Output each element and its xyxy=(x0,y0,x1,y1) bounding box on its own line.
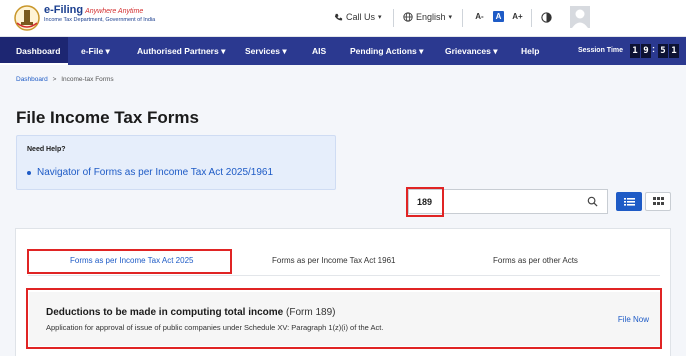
file-now-link[interactable]: File Now xyxy=(618,315,649,324)
navigator-link[interactable]: Navigator of Forms as per Income Tax Act… xyxy=(27,167,273,178)
session-time-label: Session Time xyxy=(578,47,624,54)
breadcrumb: Dashboard > Income-tax Forms xyxy=(16,76,114,83)
contrast-icon[interactable] xyxy=(541,12,552,23)
session-digit: 1 xyxy=(630,44,640,58)
globe-icon xyxy=(403,12,413,22)
list-view-icon xyxy=(624,198,635,206)
nav-item-grievances[interactable]: Grievances ▾ xyxy=(445,37,497,65)
tab-divider xyxy=(28,275,660,276)
decrease-font-button[interactable]: A- xyxy=(474,11,485,22)
top-header: e-Filing Anywhere Anytime Income Tax Depa… xyxy=(0,0,686,37)
help-title: Need Help? xyxy=(27,146,66,153)
emblem-logo-icon xyxy=(14,5,40,31)
breadcrumb-separator: > xyxy=(52,76,57,83)
site-logo[interactable]: e-Filing Anywhere Anytime Income Tax Depa… xyxy=(44,4,155,23)
nav-item-services[interactable]: Services ▾ xyxy=(245,37,287,65)
nav-item-pending-actions[interactable]: Pending Actions ▾ xyxy=(350,37,423,65)
call-us-menu[interactable]: Call Us ▾ xyxy=(334,12,382,22)
language-label: English xyxy=(416,12,446,22)
call-us-label: Call Us xyxy=(346,12,376,22)
search-box xyxy=(408,189,608,214)
tab-act-2025[interactable]: Forms as per Income Tax Act 2025 xyxy=(70,256,193,265)
forms-card: Forms as per Income Tax Act 2025 Forms a… xyxy=(15,228,671,356)
nav-item-authorised-partners[interactable]: Authorised Partners ▾ xyxy=(137,37,225,65)
session-colon: : xyxy=(652,44,655,54)
grid-view-button[interactable] xyxy=(645,192,671,211)
phone-icon xyxy=(334,13,343,20)
grid-view-icon xyxy=(653,197,664,205)
tab-other-acts[interactable]: Forms as per other Acts xyxy=(493,256,578,265)
form-result-row: Deductions to be made in computing total… xyxy=(29,292,661,346)
tab-act-1961[interactable]: Forms as per Income Tax Act 1961 xyxy=(272,256,395,265)
session-digit: 9 xyxy=(641,44,651,58)
form-title-text: Deductions to be made in computing total… xyxy=(46,307,284,318)
help-box: Need Help? Navigator of Forms as per Inc… xyxy=(16,135,336,190)
avatar[interactable] xyxy=(570,6,590,28)
bullet-icon xyxy=(27,170,31,175)
breadcrumb-home[interactable]: Dashboard xyxy=(16,76,48,83)
chevron-down-icon: ▾ xyxy=(378,14,382,21)
user-silhouette-icon xyxy=(572,9,588,28)
nav-item-help[interactable]: Help xyxy=(521,37,539,65)
list-view-button[interactable] xyxy=(616,192,642,211)
form-description: Application for approval of issue of pub… xyxy=(46,323,384,332)
nav-item-dashboard[interactable]: Dashboard xyxy=(0,37,68,65)
session-digit: 5 xyxy=(658,44,668,58)
form-code: (Form 189) xyxy=(286,307,336,318)
main-nav: Dashboard e-File ▾ Authorised Partners ▾… xyxy=(0,37,686,65)
nav-item-efile[interactable]: e-File ▾ xyxy=(81,37,110,65)
navigator-link-label: Navigator of Forms as per Income Tax Act… xyxy=(37,167,274,178)
session-digit: 1 xyxy=(669,44,679,58)
language-selector[interactable]: English ▾ xyxy=(403,12,452,22)
search-input[interactable] xyxy=(413,192,583,211)
nav-item-ais[interactable]: AIS xyxy=(312,37,326,65)
chevron-down-icon: ▾ xyxy=(448,14,453,21)
breadcrumb-current: Income-tax Forms xyxy=(61,76,114,83)
search-icon[interactable] xyxy=(587,196,598,207)
increase-font-button[interactable]: A+ xyxy=(512,11,523,22)
normal-font-button[interactable]: A xyxy=(493,11,504,22)
form-title: Deductions to be made in computing total… xyxy=(46,307,335,318)
page-title: File Income Tax Forms xyxy=(16,108,199,127)
